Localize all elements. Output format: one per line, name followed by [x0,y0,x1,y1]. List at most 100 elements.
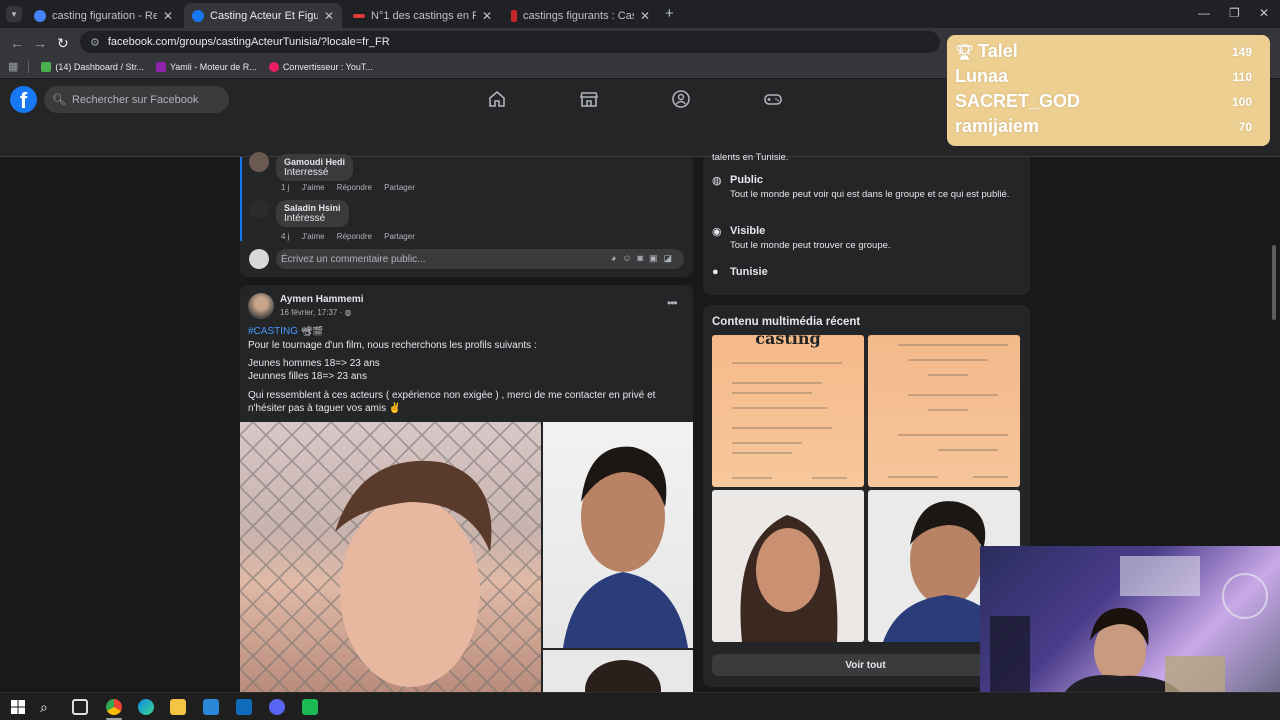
like-link[interactable]: J'aime [302,183,325,192]
post-line: n'hésiter pas à taguer vos amis ✌ [248,403,402,414]
chrome-icon[interactable] [106,699,122,715]
comment-author[interactable]: Saladin Hsini [284,203,341,213]
my-avatar[interactable] [249,249,269,269]
post-author[interactable]: Aymen Hammemi [280,294,364,305]
post-photo-side-top[interactable] [543,422,693,648]
tab-label: Casting Acteur Et Figurant Tunis [210,9,318,22]
like-link[interactable]: J'aime [302,232,325,241]
hashtag-link[interactable]: #CASTING [248,326,298,337]
reply-link[interactable]: Répondre [337,183,372,192]
task-view-icon[interactable] [72,699,88,715]
location-text: Tunisie [730,266,768,278]
sticker-icon[interactable]: ◪ [663,253,678,263]
post-author-avatar[interactable] [248,293,274,319]
comment-time[interactable]: 4 j [281,232,289,241]
post-more-options-icon[interactable]: ••• [667,296,678,310]
search-icon[interactable]: ⌕ [40,699,56,715]
comment-placeholder: Écrivez un commentaire public... [281,253,426,265]
see-all-button[interactable]: Voir tout [712,654,1019,676]
site-icon [511,9,517,22]
tab-label: N°1 des castings en France – Ca [371,9,476,22]
facebook-logo-icon[interactable]: f [10,86,37,113]
post-line: Qui ressemblent à ces acteurs ( expérien… [248,390,656,401]
tab-search-button[interactable]: ▾ [6,6,22,22]
emoji-icon[interactable]: ☺ [622,253,637,263]
close-tab-icon[interactable]: ✕ [640,9,650,23]
bookmark-favicon [41,61,52,72]
media-thumbnail[interactable] [712,490,864,642]
close-tab-icon[interactable]: ✕ [482,9,492,23]
leaderboard-score: 100 [1231,94,1252,109]
back-icon[interactable]: ← [10,35,24,51]
comment-input[interactable]: Écrivez un commentaire public... ◕☺◙▣◪ [276,249,684,269]
bookmark-label: Yamli - Moteur de R... [169,61,257,72]
browser-tab[interactable]: castings figurants : Casting ciné ✕ [503,3,658,28]
post-photo-main[interactable] [240,422,541,692]
comment-text: Intéressé [284,213,326,224]
recent-media-title: Contenu multimédia récent [712,316,861,328]
mail-icon[interactable] [236,699,252,715]
privacy-public: ◍ Public Tout le monde peut voir qui est… [712,174,1010,201]
edge-icon[interactable] [138,699,154,715]
forward-icon[interactable]: → [33,35,47,51]
reply-link[interactable]: Répondre [337,232,372,241]
post-date-text[interactable]: 16 février, 17:37 · [280,308,344,317]
windows-start-icon[interactable] [10,699,26,715]
media-thumbnail[interactable]: casting [712,335,864,487]
leaderboard-score: 110 [1232,69,1252,84]
share-link[interactable]: Partager [384,232,415,241]
portrait-shape [563,446,688,648]
app-icon[interactable] [302,699,318,715]
leaderboard-score: 149 [1231,44,1252,59]
browser-tab-active[interactable]: Casting Acteur Et Figurant Tunis ✕ [184,3,342,28]
site-icon [353,13,365,18]
close-window-icon[interactable]: ✕ [1259,6,1269,20]
gif-icon[interactable]: ▣ [649,253,664,263]
close-tab-icon[interactable]: ✕ [324,9,334,23]
facebook-icon [192,9,204,22]
comment-time[interactable]: 1 j [281,183,289,192]
google-icon [34,9,46,22]
share-link[interactable]: Partager [384,183,415,192]
gaming-icon[interactable] [763,89,783,109]
bookmark-yamli[interactable]: Yamli - Moteur de R... [155,61,257,72]
camera-icon[interactable]: ◙ [638,253,649,263]
comment-author[interactable]: Gamoudi Hedi [284,157,345,167]
facebook-search-input[interactable]: 🔍︎ Rechercher sur Facebook [44,86,229,113]
leaderboard-score: 70 [1238,119,1252,134]
reload-icon[interactable]: ↻ [57,35,69,52]
discord-icon[interactable] [269,699,285,715]
groups-icon[interactable] [671,89,691,109]
url-input[interactable]: ⚙ facebook.com/groups/castingActeurTunis… [80,31,940,53]
avatar[interactable] [249,199,269,219]
avatar-sticker-icon[interactable]: ◕ [611,253,622,263]
store-icon[interactable] [203,699,219,715]
browser-tab[interactable]: N°1 des castings en France – Ca ✕ [345,3,500,28]
search-placeholder: Rechercher sur Facebook [71,93,199,106]
minimize-icon[interactable]: — [1198,6,1210,20]
bookmark-convertisseur[interactable]: Convertisseur : YouT... [268,61,373,72]
bookmark-dashboard[interactable]: (14) Dashboard / Str... [41,61,144,72]
comment-actions: 4 j J'aime Répondre Partager [281,232,425,241]
post-date: 16 février, 17:37 · ◍ [280,308,351,317]
webcam-person-shape [990,556,1268,692]
marketplace-icon[interactable] [579,89,599,109]
browser-tab[interactable]: casting figuration - Recherche G ✕ [26,3,181,28]
site-info-icon[interactable]: ⚙ [90,36,100,49]
home-icon[interactable] [487,89,507,109]
avatar[interactable] [249,152,269,172]
comment-actions: 1 j J'aime Répondre Partager [281,183,425,192]
page-scrollbar[interactable] [1272,245,1276,320]
comment-text: Interressé [284,167,329,178]
comment-tools: ◕☺◙▣◪ [611,253,678,264]
post-photo-side-bottom[interactable] [543,650,693,692]
bookmark-favicon [155,61,166,72]
new-tab-button[interactable]: + [665,5,674,22]
file-explorer-icon[interactable] [170,699,186,715]
media-thumbnail[interactable] [868,335,1020,487]
leaderboard-name: SACRET_GOD [955,91,1081,111]
apps-icon[interactable]: ▦ [8,60,18,73]
leaderboard-name: ramijaiem [955,116,1040,136]
close-tab-icon[interactable]: ✕ [163,9,173,23]
restore-icon[interactable]: ❐ [1229,6,1240,20]
